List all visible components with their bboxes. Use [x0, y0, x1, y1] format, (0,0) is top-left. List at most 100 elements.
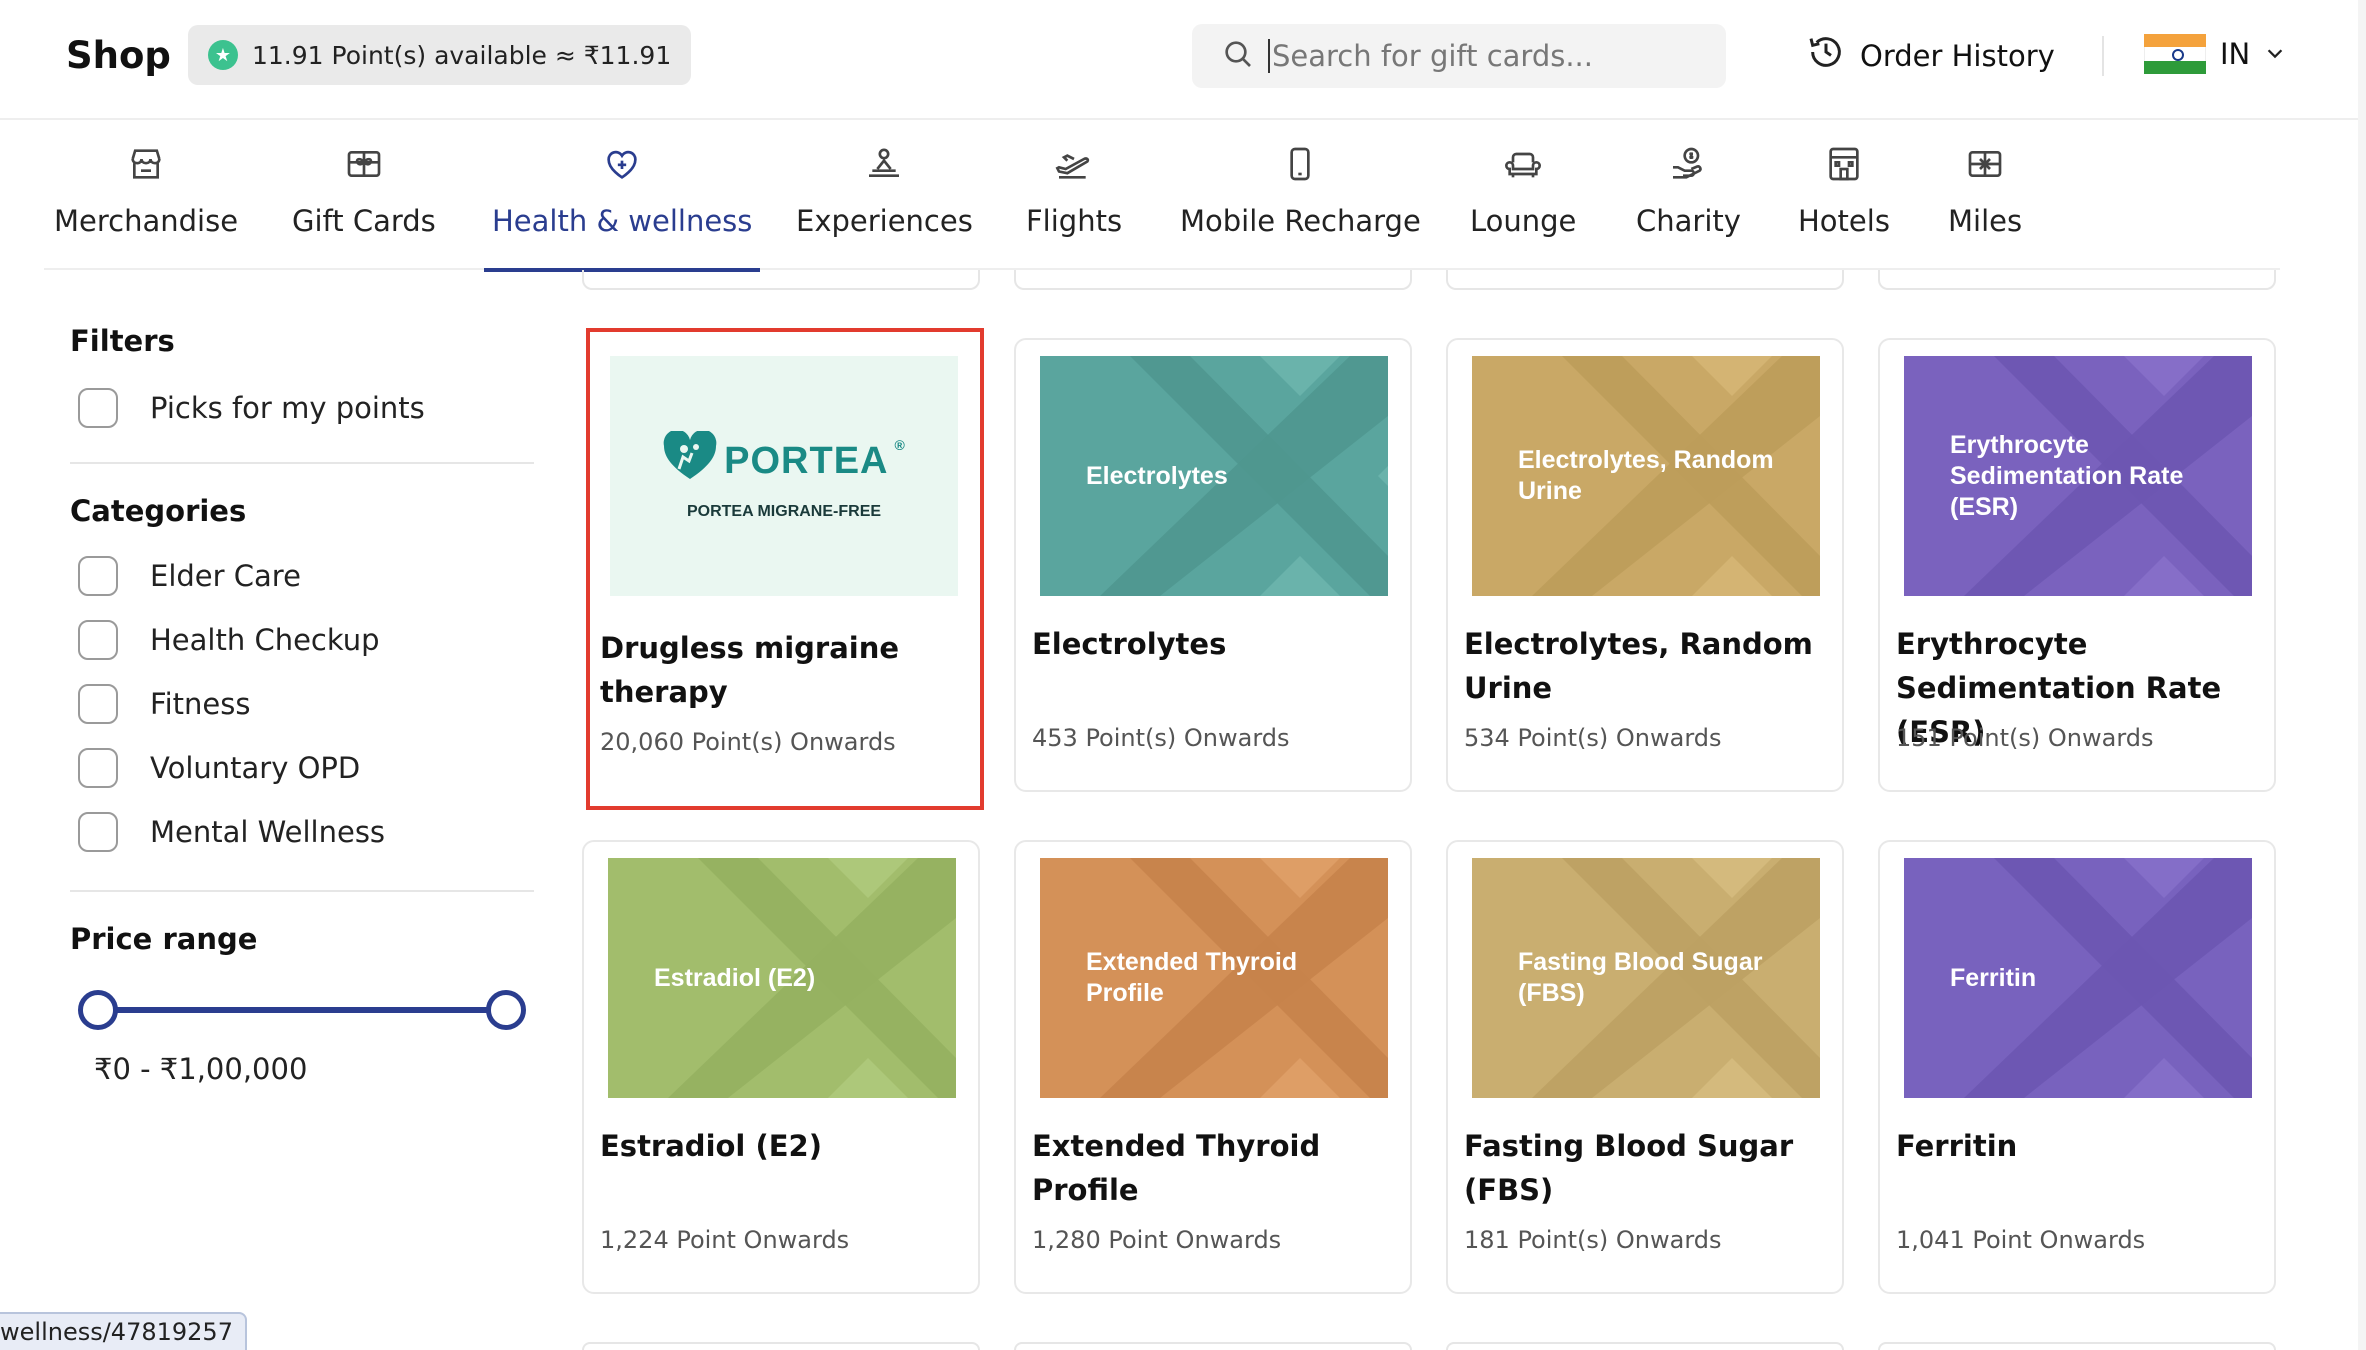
tab-hotels[interactable]: Hotels [1798, 122, 1890, 270]
tab-gift-cards[interactable]: Gift Cards [292, 122, 436, 270]
product-card-electrolytes-random-urine[interactable]: Electrolytes, Random Urine Electrolytes,… [1446, 338, 1844, 792]
picks-checkbox[interactable] [78, 388, 118, 428]
tab-experiences[interactable]: Experiences [796, 122, 973, 270]
order-history-label: Order History [1860, 38, 2055, 73]
slider-min-handle[interactable] [78, 990, 118, 1030]
search-bar[interactable] [1192, 24, 1726, 88]
charity-icon [1666, 142, 1710, 186]
sidebar-divider [70, 890, 534, 892]
sofa-icon [1501, 142, 1545, 186]
chevron-down-icon [2264, 37, 2286, 71]
header-divider [2102, 36, 2104, 76]
product-card-ferritin[interactable]: Ferritin Ferritin 1,041 Point Onwards [1878, 840, 2276, 1294]
link-status-bar: wellness/47819257 [0, 1312, 247, 1350]
product-thumbnail: Estradiol (E2) [608, 858, 956, 1098]
country-selector[interactable]: IN [2144, 34, 2286, 74]
tab-mobile-recharge[interactable]: Mobile Recharge [1180, 122, 1421, 270]
product-thumbnail: Extended Thyroid Profile [1040, 858, 1388, 1098]
experience-icon [862, 142, 906, 186]
fitness-checkbox[interactable] [78, 684, 118, 724]
country-code: IN [2220, 37, 2251, 71]
product-points: 1,224 Point Onwards [600, 1226, 850, 1254]
product-thumbnail: Erythrocyte Sedimentation Rate (ESR) [1904, 356, 2252, 596]
mobile-icon [1278, 142, 1322, 186]
product-points: 453 Point(s) Onwards [1032, 724, 1290, 752]
thumbnail-label: Electrolytes [1086, 461, 1228, 490]
product-name: Fasting Blood Sugar (FBS) [1464, 1129, 1794, 1207]
top-header: Shop ★ 11.91 Point(s) available ≈ ₹11.91… [0, 0, 2366, 120]
heart-plus-icon [600, 142, 644, 186]
portea-heart-icon [662, 429, 718, 491]
slider-max-handle[interactable] [486, 990, 526, 1030]
filters-title: Filters [70, 324, 175, 358]
star-icon: ★ [208, 40, 238, 70]
history-clock-icon [1806, 32, 1846, 79]
product-points: 151 Point(s) Onwards [1896, 724, 2154, 752]
thumbnail-label: Ferritin [1950, 963, 2037, 992]
product-card-erythrocyte-sedimentation-rate[interactable]: Erythrocyte Sedimentation Rate (ESR) Ery… [1878, 338, 2276, 792]
product-name: Estradiol (E2) [600, 1129, 822, 1163]
price-range-slider[interactable] [70, 990, 534, 1030]
tab-charity[interactable]: Charity [1636, 122, 1741, 270]
product-points: 1,280 Point Onwards [1032, 1226, 1282, 1254]
tab-flights[interactable]: Flights [1026, 122, 1122, 270]
health-checkup-checkbox[interactable] [78, 620, 118, 660]
points-balance-text: 11.91 Point(s) available ≈ ₹11.91 [252, 40, 672, 70]
price-range-value: ₹0 - ₹1,00,000 [94, 1052, 308, 1086]
product-thumbnail: Ferritin [1904, 858, 2252, 1098]
thumbnail-label: Extended Thyroid Profile [1086, 948, 1298, 1007]
product-points: 1,041 Point Onwards [1896, 1226, 2146, 1254]
thumbnail-label: Erythrocyte Sedimentation Rate (ESR) [1950, 430, 2184, 521]
product-card-fasting-blood-sugar[interactable]: Fasting Blood Sugar (FBS) Fasting Blood … [1446, 840, 1844, 1294]
filter-elder-care[interactable]: Elder Care [70, 544, 534, 608]
thumbnail-label: Electrolytes, Random Urine [1518, 446, 1774, 505]
filter-mental-wellness[interactable]: Mental Wellness [70, 800, 534, 864]
product-thumbnail: Electrolytes [1040, 356, 1388, 596]
miles-icon [1963, 142, 2007, 186]
product-points: 534 Point(s) Onwards [1464, 724, 1722, 752]
thumbnail-label: Fasting Blood Sugar (FBS) [1518, 948, 1763, 1007]
product-name: Extended Thyroid Profile [1032, 1129, 1321, 1207]
tab-lounge[interactable]: Lounge [1470, 122, 1576, 270]
gift-card-icon [342, 142, 386, 186]
product-thumbnail: Fasting Blood Sugar (FBS) [1472, 858, 1820, 1098]
product-card-electrolytes[interactable]: Electrolytes Electrolytes 453 Point(s) O… [1014, 338, 1412, 792]
shop-title: Shop [66, 34, 171, 77]
categories-title: Categories [70, 494, 247, 528]
hotel-icon [1822, 142, 1866, 186]
product-card-drugless-migraine-therapy[interactable]: PORTEA ® PORTEA MIGRANE-FREE Drugless mi… [586, 328, 984, 810]
product-name: Drugless migraine therapy [600, 631, 900, 709]
portea-brand-name: PORTEA [724, 439, 889, 482]
elder-care-checkbox[interactable] [78, 556, 118, 596]
sidebar-divider [70, 462, 534, 464]
store-icon [124, 142, 168, 186]
filter-voluntary-opd[interactable]: Voluntary OPD [70, 736, 534, 800]
portea-logo: PORTEA ® PORTEA MIGRANE-FREE [610, 356, 958, 596]
product-name: Electrolytes, Random Urine [1464, 627, 1813, 705]
product-name: Electrolytes [1032, 627, 1227, 661]
tab-miles[interactable]: Miles [1948, 122, 2022, 270]
thumbnail-label: Estradiol (E2) [654, 963, 816, 992]
tab-merchandise[interactable]: Merchandise [54, 122, 238, 270]
filters-sidebar: Filters Picks for my points Categories E… [70, 300, 534, 1086]
filter-picks-for-my-points[interactable]: Picks for my points [70, 376, 534, 440]
status-url: wellness/47819257 [0, 1318, 233, 1346]
points-balance-badge[interactable]: ★ 11.91 Point(s) available ≈ ₹11.91 [188, 25, 692, 85]
tab-health-wellness[interactable]: Health & wellness [483, 122, 761, 272]
portea-subtitle: PORTEA MIGRANE-FREE [686, 503, 882, 520]
scrollbar-track[interactable] [2358, 0, 2366, 1350]
india-flag-icon [2144, 34, 2206, 74]
product-thumbnail: PORTEA ® PORTEA MIGRANE-FREE [610, 356, 958, 596]
price-range-title: Price range [70, 922, 258, 956]
filter-fitness[interactable]: Fitness [70, 672, 534, 736]
order-history-link[interactable]: Order History [1806, 32, 2055, 79]
search-input[interactable] [1268, 39, 1688, 73]
slider-track [90, 1007, 514, 1013]
filter-health-checkup[interactable]: Health Checkup [70, 608, 534, 672]
product-card-estradiol[interactable]: Estradiol (E2) Estradiol (E2) 1,224 Poin… [582, 840, 980, 1294]
mental-wellness-checkbox[interactable] [78, 812, 118, 852]
product-card-extended-thyroid-profile[interactable]: Extended Thyroid Profile Extended Thyroi… [1014, 840, 1412, 1294]
product-thumbnail: Electrolytes, Random Urine [1472, 356, 1820, 596]
plane-icon [1052, 142, 1096, 186]
voluntary-opd-checkbox[interactable] [78, 748, 118, 788]
